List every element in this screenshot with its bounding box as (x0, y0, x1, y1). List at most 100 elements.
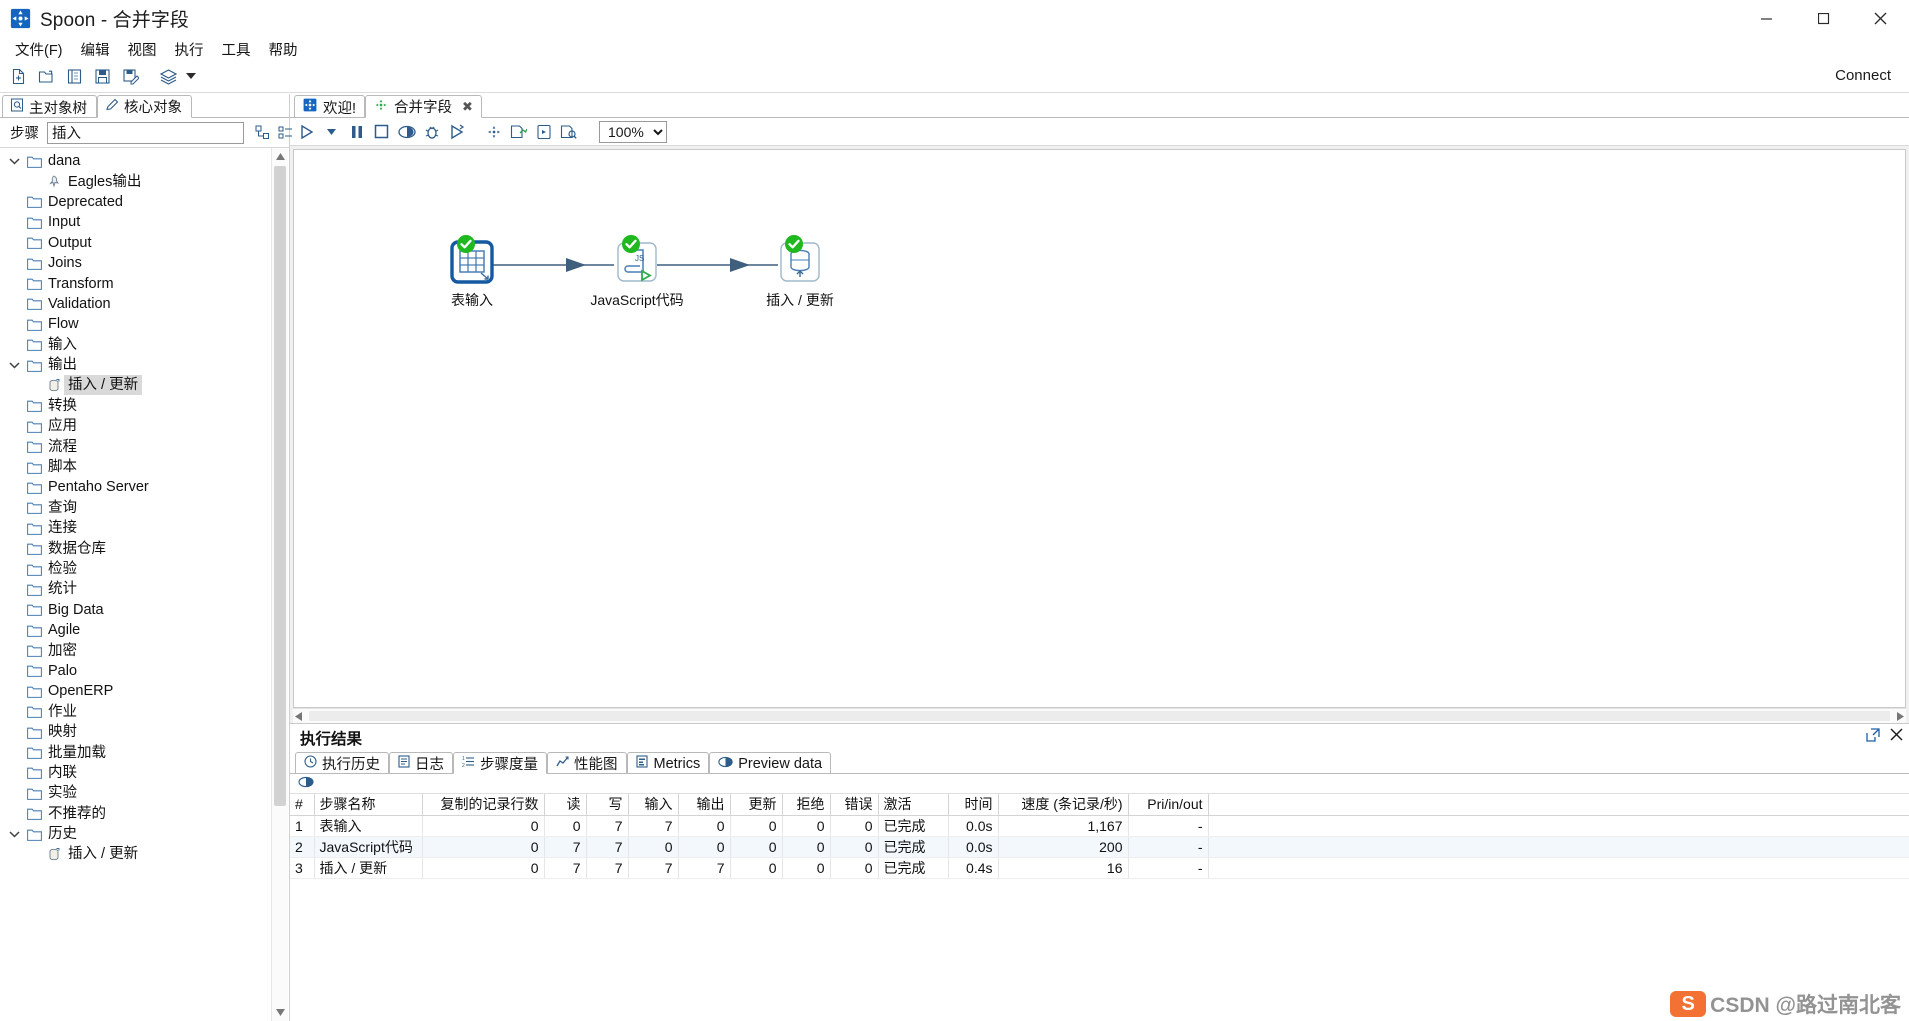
canvas-horizontal-scrollbar[interactable] (293, 708, 1906, 723)
maximize-panel-icon[interactable] (1866, 728, 1880, 746)
tree-item[interactable]: 流程 (0, 436, 271, 456)
menu-item-tools[interactable]: 工具 (213, 37, 260, 62)
column-header-active[interactable]: 激活 (878, 794, 949, 816)
column-header-written[interactable]: 写 (586, 794, 629, 816)
tab-transformation[interactable]: 合并字段 ✖ (365, 95, 482, 118)
new-file-icon[interactable] (4, 64, 32, 90)
close-panel-icon[interactable] (1890, 728, 1903, 746)
explorer-icon[interactable] (60, 64, 88, 90)
explore-database-icon[interactable] (556, 120, 581, 144)
menu-item-edit[interactable]: 编辑 (72, 37, 119, 62)
zoom-level-select[interactable]: 25%50%75%100%150%200%400% (599, 120, 667, 143)
column-header-speed[interactable]: 速度 (条记录/秒) (998, 794, 1129, 816)
column-header-errors[interactable]: 错误 (830, 794, 879, 816)
column-header-read[interactable]: 读 (544, 794, 587, 816)
minimize-icon[interactable] (1738, 0, 1795, 37)
tree-item[interactable]: Output (0, 233, 271, 253)
transformation-settings-icon[interactable] (481, 120, 506, 144)
perspective-layers-icon[interactable] (154, 64, 182, 90)
tab-core-objects[interactable]: 核心对象 (97, 95, 192, 118)
tree-item[interactable]: 统计 (0, 579, 271, 599)
tree-item[interactable]: dana (0, 151, 271, 171)
column-header-step[interactable]: 步骤名称 (314, 794, 423, 816)
open-file-icon[interactable] (32, 64, 60, 90)
show-sql-icon[interactable] (531, 120, 556, 144)
column-header-output[interactable]: 输出 (678, 794, 731, 816)
scrollbar-thumb[interactable] (309, 711, 1890, 721)
menu-item-run[interactable]: 执行 (166, 37, 213, 62)
tree-item[interactable]: Pentaho Server (0, 477, 271, 497)
step-search-input[interactable] (47, 121, 244, 144)
replay-icon[interactable] (444, 120, 469, 144)
tab-performance-graph[interactable]: 性能图 (547, 752, 627, 774)
column-header-input[interactable]: 输入 (628, 794, 679, 816)
close-icon[interactable] (1852, 0, 1909, 37)
save-as-icon[interactable] (116, 64, 144, 90)
tree-item[interactable]: Deprecated (0, 192, 271, 212)
eye-icon[interactable] (298, 775, 314, 792)
tree-item[interactable]: Input (0, 212, 271, 232)
table-row[interactable]: 3 插入 / 更新 0 7 7 7 7 0 0 0 已完成 0.4s 16- (290, 857, 1909, 879)
tree-item[interactable]: 数据仓库 (0, 538, 271, 558)
step-node-insert-update[interactable]: 插入 / 更新 (740, 235, 860, 310)
tree-item[interactable]: OpenERP (0, 681, 271, 701)
scroll-left-arrow-icon[interactable] (295, 708, 302, 725)
left-panel-scrollbar[interactable] (271, 148, 288, 1021)
chevron-down-icon[interactable] (4, 157, 24, 165)
tree-item[interactable]: Transform (0, 273, 271, 293)
tab-welcome[interactable]: 欢迎! (294, 95, 366, 118)
chevron-down-icon[interactable] (4, 830, 24, 838)
tab-preview-data[interactable]: Preview data (709, 752, 832, 774)
tree-item[interactable]: 检验 (0, 559, 271, 579)
chevron-down-icon[interactable] (182, 64, 200, 90)
table-row[interactable]: 2 JavaScript代码 0 7 7 0 0 0 0 0 已完成 0.0s 200- (290, 836, 1909, 858)
scroll-up-arrow-icon[interactable] (272, 148, 288, 165)
tree-item[interactable]: 实验 (0, 783, 271, 803)
pause-icon[interactable] (344, 120, 369, 144)
tree-item[interactable]: 作业 (0, 702, 271, 722)
preview-icon[interactable] (394, 120, 419, 144)
menu-item-file[interactable]: 文件(F) (6, 37, 72, 62)
tab-main-object-tree[interactable]: 主对象树 (2, 95, 97, 118)
tree-item[interactable]: 批量加载 (0, 742, 271, 762)
step-node-table-input[interactable]: 表输入 (412, 235, 532, 310)
run-icon[interactable] (294, 120, 319, 144)
tree-item[interactable]: 历史 (0, 824, 271, 844)
debug-icon[interactable] (419, 120, 444, 144)
expand-all-icon[interactable] (252, 123, 272, 143)
tree-item[interactable]: 脚本 (0, 457, 271, 477)
chevron-down-icon[interactable] (4, 361, 24, 369)
tree-item[interactable]: 映射 (0, 722, 271, 742)
tree-item[interactable]: Validation (0, 294, 271, 314)
tree-item[interactable]: 插入 / 更新 (0, 375, 271, 396)
stop-icon[interactable] (369, 120, 394, 144)
column-header-time[interactable]: 时间 (948, 794, 999, 816)
tab-step-metrics[interactable]: 12 步骤度量 (453, 752, 547, 774)
step-metrics-table-wrapper[interactable]: # 步骤名称 复制的记录行数读写输入 输出 更新 拒绝 错误 激活 时间 速度 (条记录/秒) Pr… (290, 794, 1909, 1021)
tab-metrics[interactable]: Metrics (626, 752, 710, 774)
tree-item[interactable]: 输入 (0, 335, 271, 355)
tree-item[interactable]: 连接 (0, 518, 271, 538)
column-header-pri[interactable]: Pri/in/out (1128, 794, 1209, 816)
tree-item[interactable]: 输出 (0, 355, 271, 375)
tree-item[interactable]: Flow (0, 314, 271, 334)
collapse-all-icon[interactable] (275, 123, 295, 143)
tree-item[interactable]: 内联 (0, 763, 271, 783)
tree-item[interactable]: 转换 (0, 396, 271, 416)
tree-item[interactable]: 不推荐的 (0, 804, 271, 824)
column-header-copied[interactable]: 复制的记录行数 (422, 794, 545, 816)
column-header-rejected[interactable]: 拒绝 (782, 794, 831, 816)
chevron-down-icon[interactable] (319, 120, 344, 144)
tab-log[interactable]: 日志 (389, 752, 453, 774)
column-header-updated[interactable]: 更新 (730, 794, 783, 816)
tab-execution-history[interactable]: 执行历史 (295, 752, 389, 774)
tree-item[interactable]: 应用 (0, 416, 271, 436)
transformation-canvas[interactable]: 表输入 JS JavaScript代码 插入 / 更新 (293, 149, 1906, 708)
step-node-javascript[interactable]: JS JavaScript代码 (577, 235, 697, 310)
save-icon[interactable] (88, 64, 116, 90)
scroll-down-arrow-icon[interactable] (272, 1004, 288, 1021)
close-icon[interactable]: ✖ (462, 99, 473, 115)
tree-item[interactable]: 查询 (0, 498, 271, 518)
tree-item[interactable]: 加密 (0, 640, 271, 660)
tree-item[interactable]: Joins (0, 253, 271, 273)
